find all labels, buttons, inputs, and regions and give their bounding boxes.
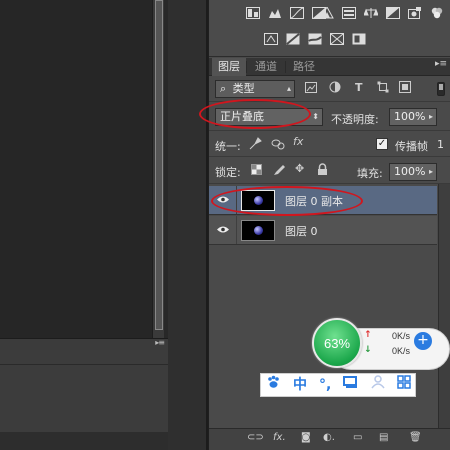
black-white-icon[interactable] bbox=[383, 4, 402, 21]
photo-filter-icon[interactable] bbox=[405, 4, 424, 21]
lock-row: 锁定: ✥ 填充: 100% ▸ bbox=[209, 158, 450, 184]
scrollbar-thumb[interactable] bbox=[155, 0, 163, 330]
select-arrow-icon: ▴ bbox=[286, 84, 291, 93]
bottom-panel-footer bbox=[0, 432, 168, 450]
fill-value: 100% bbox=[394, 165, 426, 178]
divider bbox=[285, 61, 286, 73]
grid-icon[interactable] bbox=[397, 375, 412, 395]
curves-icon[interactable] bbox=[287, 4, 306, 21]
smart-object-filter-icon[interactable] bbox=[399, 81, 411, 96]
lock-label: 锁定: bbox=[215, 166, 241, 179]
adjustments-panel bbox=[209, 0, 450, 57]
adjustment-layer-icon[interactable]: ◐. bbox=[323, 432, 335, 443]
delete-layer-icon[interactable]: 🗑 bbox=[409, 432, 422, 443]
percent-value: 63% bbox=[323, 335, 351, 351]
filter-kind-label: 类型 bbox=[232, 82, 255, 95]
color-balance-icon[interactable] bbox=[361, 4, 380, 21]
user-icon[interactable] bbox=[371, 375, 385, 395]
dropdown-arrow-icon: ▸ bbox=[428, 167, 433, 176]
propagate-frame-checkbox[interactable]: ✓ bbox=[376, 138, 388, 150]
opacity-input[interactable]: 100% ▸ bbox=[389, 108, 437, 126]
annotation-ellipse bbox=[211, 186, 363, 216]
threshold-icon[interactable] bbox=[305, 30, 324, 47]
document-canvas[interactable] bbox=[0, 0, 152, 338]
panel-menu-icon[interactable]: ▸≡ bbox=[435, 59, 447, 69]
layer-thumbnail bbox=[241, 220, 275, 241]
keyboard-icon[interactable] bbox=[343, 375, 359, 395]
layer-row[interactable]: 图层 0 bbox=[209, 216, 437, 245]
visibility-toggle[interactable] bbox=[209, 216, 237, 244]
add-style-icon[interactable]: fx. bbox=[273, 432, 286, 443]
propagate-frame-value: 1 bbox=[437, 138, 444, 151]
lock-all-icon[interactable] bbox=[317, 163, 328, 179]
layers-scrollbar[interactable] bbox=[438, 184, 450, 428]
link-layers-icon[interactable]: ⊂⊃ bbox=[247, 432, 264, 443]
vibrance-icon[interactable] bbox=[317, 4, 336, 21]
dropdown-arrow-icon: ▸ bbox=[428, 112, 433, 121]
unify-style-icon[interactable]: fx bbox=[293, 135, 303, 148]
invert-icon[interactable] bbox=[261, 30, 280, 47]
shape-filter-icon[interactable] bbox=[377, 81, 389, 96]
opacity-value: 100% bbox=[394, 110, 426, 123]
pixel-filter-icon[interactable] bbox=[305, 82, 317, 96]
planet-thumbnail-image bbox=[254, 226, 263, 235]
select-arrow-icon: ⬍ bbox=[312, 112, 319, 121]
channel-mixer-icon[interactable] bbox=[427, 4, 446, 21]
tab-layers[interactable]: 图层 bbox=[212, 58, 246, 76]
posterize-icon[interactable] bbox=[283, 30, 302, 47]
bottom-panel bbox=[0, 350, 168, 450]
eye-icon bbox=[216, 224, 230, 237]
chinese-mode-toggle[interactable]: 中 bbox=[293, 375, 307, 395]
fill-input[interactable]: 100% ▸ bbox=[389, 163, 437, 181]
filter-toggle[interactable] bbox=[437, 82, 445, 96]
adjustment-filter-icon[interactable] bbox=[329, 81, 341, 96]
brightness-contrast-icon[interactable] bbox=[243, 4, 262, 21]
canvas-vertical-scrollbar[interactable] bbox=[152, 0, 164, 338]
unify-row: 统一: fx ✓ 传播帧 1 bbox=[209, 132, 450, 157]
panel-tabs: 图层 通道 路径 ▸≡ bbox=[209, 58, 450, 76]
filter-kind-select[interactable]: ⌕ 类型 ▴ bbox=[215, 80, 295, 98]
upload-rate: 0K/s bbox=[392, 331, 411, 341]
panel-gutter bbox=[168, 0, 208, 450]
lock-position-icon[interactable]: ✥ bbox=[295, 162, 304, 175]
panel-menu-icon[interactable]: ▸≡ bbox=[155, 338, 165, 347]
fill-label: 填充: bbox=[357, 167, 383, 180]
tab-paths[interactable]: 路径 bbox=[287, 58, 321, 76]
paw-icon[interactable] bbox=[266, 375, 281, 395]
new-layer-icon[interactable]: ▤ bbox=[379, 432, 388, 443]
bottom-panel-header: ▸≡ bbox=[0, 338, 168, 350]
levels-icon[interactable] bbox=[265, 4, 284, 21]
annotation-ellipse bbox=[199, 99, 311, 129]
download-rate: 0K/s bbox=[392, 346, 411, 356]
layers-footer: ⊂⊃ fx. ◙ ◐. ▭ ▤ 🗑 bbox=[209, 428, 450, 450]
unify-visibility-icon[interactable] bbox=[271, 137, 285, 153]
selective-color-icon[interactable] bbox=[349, 30, 368, 47]
tab-channels[interactable]: 通道 bbox=[249, 58, 283, 76]
unify-position-icon[interactable] bbox=[249, 137, 262, 153]
opacity-label: 不透明度: bbox=[331, 113, 379, 126]
add-mask-icon[interactable]: ◙ bbox=[301, 432, 311, 443]
hue-saturation-icon[interactable] bbox=[339, 4, 358, 21]
download-arrow-icon: ↓ bbox=[364, 345, 372, 355]
search-icon: ⌕ bbox=[220, 82, 227, 95]
lock-pixels-icon[interactable] bbox=[273, 163, 286, 179]
gradient-map-icon[interactable] bbox=[327, 30, 346, 47]
divider bbox=[246, 61, 247, 73]
divider bbox=[0, 364, 168, 365]
punctuation-toggle[interactable]: °, bbox=[319, 375, 331, 395]
upload-arrow-icon: ↑ bbox=[364, 330, 372, 340]
accelerate-plus-icon[interactable]: + bbox=[414, 332, 432, 350]
layer-name[interactable]: 图层 0 bbox=[285, 223, 318, 239]
unify-label: 统一: bbox=[215, 140, 241, 153]
lock-transparent-icon[interactable] bbox=[251, 164, 262, 178]
ime-toolbar: 中 °, bbox=[260, 373, 416, 397]
type-filter-icon[interactable]: T bbox=[355, 81, 363, 94]
memory-percent-ball[interactable]: 63% bbox=[312, 318, 362, 368]
propagate-frame-label: 传播帧 bbox=[395, 140, 428, 153]
new-group-icon[interactable]: ▭ bbox=[353, 432, 362, 443]
